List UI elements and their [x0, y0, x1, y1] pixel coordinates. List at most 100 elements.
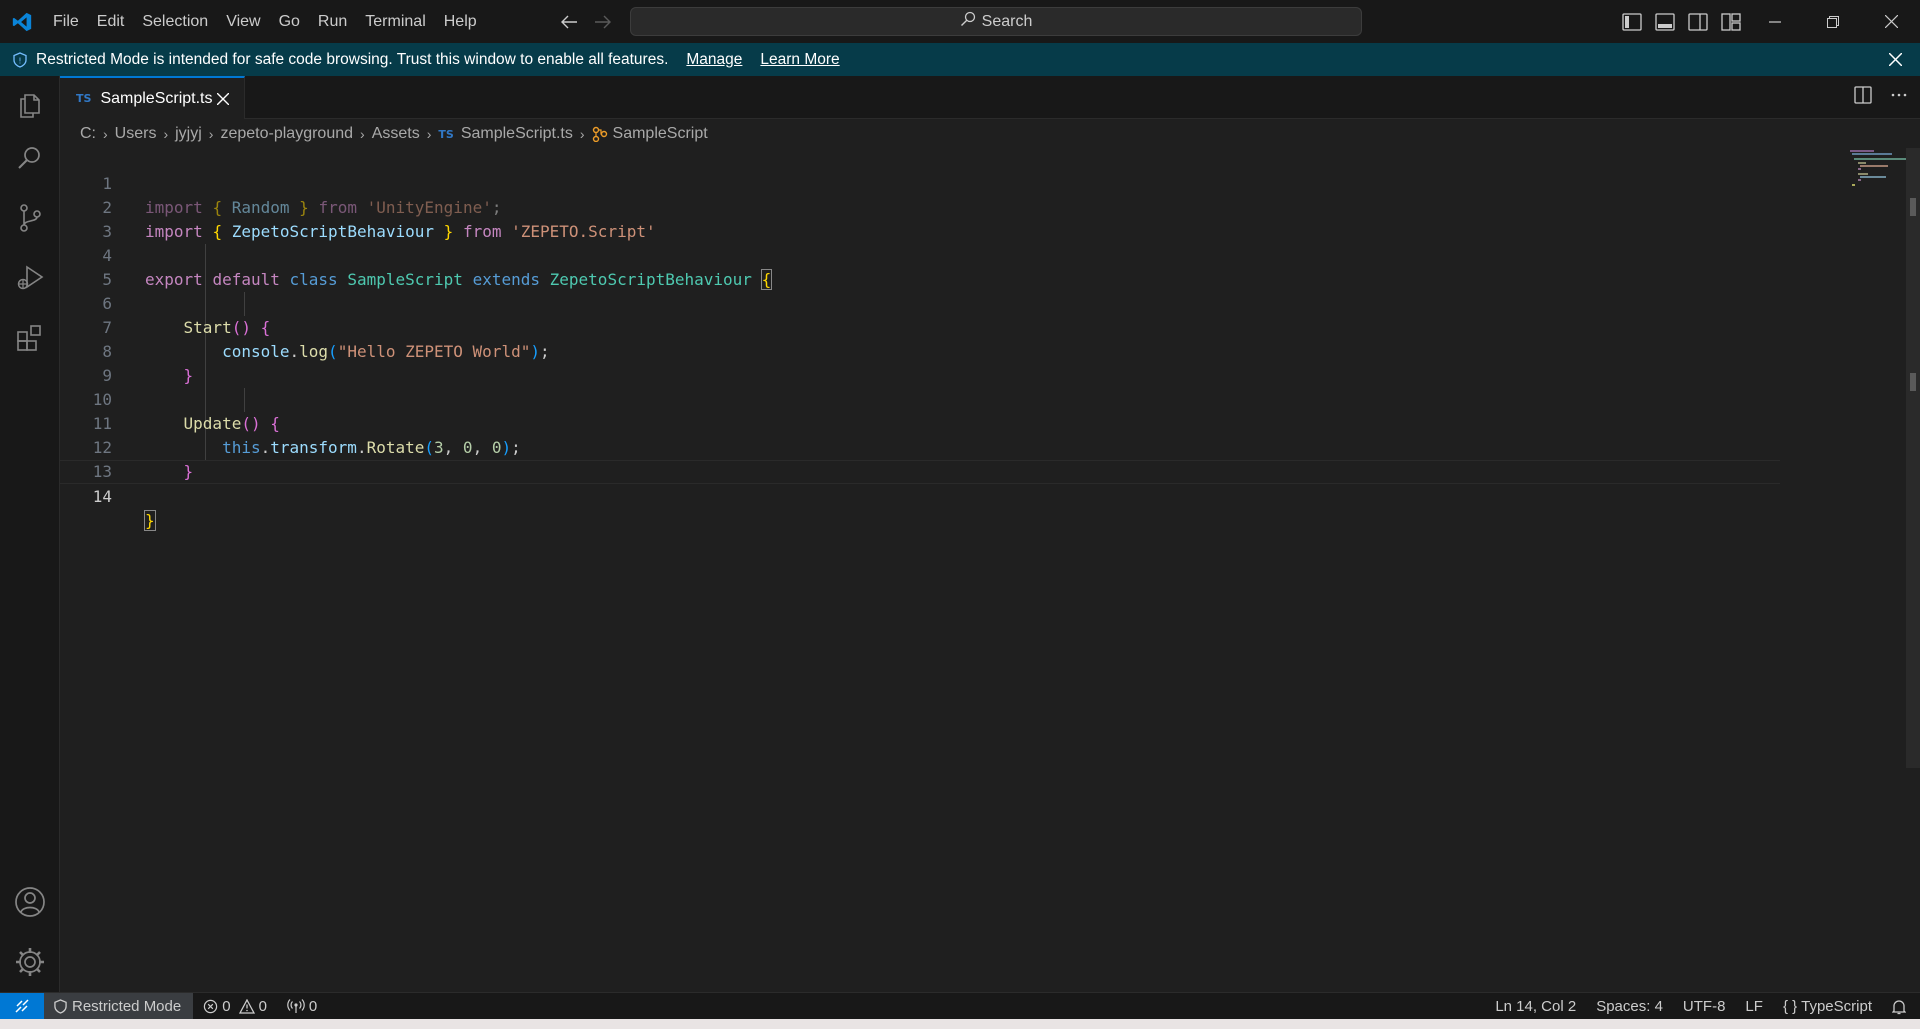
- chevron-right-icon: ›: [163, 126, 169, 142]
- explorer-icon[interactable]: [0, 82, 60, 130]
- cursor-position[interactable]: Ln 14, Col 2: [1485, 993, 1586, 1020]
- menu-help[interactable]: Help: [435, 0, 486, 43]
- warning-icon: [238, 998, 255, 1014]
- command-center-search[interactable]: Search: [630, 7, 1362, 36]
- code-line: 6 Start() {: [60, 268, 1780, 337]
- braces-icon: { }: [1782, 998, 1798, 1015]
- breadcrumb-project[interactable]: zepeto-playground: [220, 125, 353, 143]
- vertical-scrollbar[interactable]: [1906, 148, 1920, 768]
- minimize-icon[interactable]: [1746, 0, 1804, 43]
- breadcrumb-assets[interactable]: Assets: [372, 125, 420, 143]
- activity-bar: [0, 76, 60, 992]
- taskbar-edge: [0, 1019, 1920, 1029]
- encoding-status[interactable]: UTF-8: [1673, 993, 1736, 1020]
- shield-icon: !: [13, 51, 27, 68]
- scrollbar-marker: [1910, 373, 1916, 391]
- code-line: 8 }: [60, 316, 1780, 385]
- manage-link[interactable]: Manage: [686, 51, 742, 69]
- back-arrow-icon[interactable]: [556, 9, 582, 35]
- chevron-right-icon: ›: [360, 126, 365, 142]
- forward-arrow-icon[interactable]: [590, 9, 616, 35]
- restore-icon[interactable]: [1804, 0, 1862, 43]
- menu-view[interactable]: View: [217, 0, 269, 43]
- close-tab-icon[interactable]: [214, 90, 232, 108]
- line-source: }: [144, 510, 156, 531]
- breadcrumb-user-folder[interactable]: jyjyj: [175, 125, 202, 143]
- breadcrumb-symbol[interactable]: SampleScript: [613, 125, 708, 143]
- search-view-icon[interactable]: [0, 134, 60, 182]
- ports-count: 0: [308, 997, 318, 1015]
- code-line: 7 console.log("Hello ZEPETO World");: [60, 292, 1780, 361]
- learn-more-link[interactable]: Learn More: [760, 51, 839, 69]
- code-line-current: 14 }: [60, 460, 1780, 531]
- error-icon: [203, 999, 218, 1014]
- menu-selection[interactable]: Selection: [133, 0, 217, 43]
- code-editor[interactable]: 1 import { Random } from 'UnityEngine'; …: [60, 148, 1920, 992]
- manage-gear-icon[interactable]: [0, 938, 60, 986]
- toggle-secondary-sidebar-icon[interactable]: [1686, 10, 1710, 34]
- broadcast-icon: [287, 998, 305, 1014]
- editor-tabs-bar: TS SampleScript.ts: [60, 76, 1920, 119]
- split-editor-icon[interactable]: [1854, 86, 1872, 109]
- code-line: 3: [60, 196, 1780, 241]
- code-line: 12 }: [60, 412, 1780, 481]
- status-bar: Restricted Mode 0 0 0 Ln 14, Col 2 Space…: [0, 992, 1920, 1020]
- code-line: 5: [60, 244, 1780, 289]
- notifications-bell-icon[interactable]: [1882, 993, 1920, 1020]
- accounts-icon[interactable]: [0, 878, 60, 926]
- svg-text:!: !: [18, 56, 21, 65]
- vscode-logo-icon: [0, 0, 44, 43]
- search-icon: [960, 11, 976, 32]
- menu-bar: File Edit Selection View Go Run Terminal…: [44, 0, 486, 43]
- close-window-icon[interactable]: [1862, 0, 1920, 43]
- code-line: 11 this.transform.Rotate(3, 0, 0);: [60, 388, 1780, 457]
- code-line: 10 Update() {: [60, 364, 1780, 433]
- class-symbol-icon: [592, 126, 608, 142]
- breadcrumb-users[interactable]: Users: [115, 125, 157, 143]
- remote-indicator-icon[interactable]: [0, 992, 44, 1020]
- problems-status[interactable]: 0 0: [193, 993, 277, 1020]
- chevron-right-icon: ›: [579, 126, 585, 142]
- language-label: TypeScript: [1801, 998, 1872, 1015]
- breadcrumb: C: › Users › jyjyj › zepeto-playground ›…: [80, 122, 708, 146]
- menu-file[interactable]: File: [44, 0, 88, 43]
- typescript-file-icon: TS: [76, 92, 92, 105]
- search-label: Search: [981, 12, 1033, 30]
- shield-icon: [54, 998, 67, 1014]
- scrollbar-marker: [1910, 198, 1916, 216]
- menu-go[interactable]: Go: [270, 0, 309, 43]
- chevron-right-icon: ›: [426, 126, 432, 142]
- indentation-status[interactable]: Spaces: 4: [1586, 993, 1673, 1020]
- warning-count: 0: [258, 997, 267, 1015]
- menu-terminal[interactable]: Terminal: [356, 0, 434, 43]
- language-mode[interactable]: { } TypeScript: [1773, 993, 1882, 1020]
- more-actions-icon[interactable]: [1890, 86, 1908, 109]
- restricted-mode-status[interactable]: Restricted Mode: [44, 992, 194, 1020]
- breadcrumb-file[interactable]: SampleScript.ts: [461, 125, 573, 143]
- tab-filename: SampleScript.ts: [100, 89, 213, 107]
- menu-edit[interactable]: Edit: [88, 0, 134, 43]
- code-line: 13: [60, 436, 1780, 481]
- toggle-primary-sidebar-icon[interactable]: [1620, 10, 1644, 34]
- source-control-icon[interactable]: [0, 194, 60, 242]
- breadcrumb-drive[interactable]: C:: [80, 125, 96, 143]
- error-count: 0: [222, 997, 231, 1015]
- restricted-mode-banner: ! Restricted Mode is intended for safe c…: [0, 43, 1920, 76]
- chevron-right-icon: ›: [208, 126, 214, 142]
- line-number: 14: [92, 487, 112, 506]
- run-debug-icon[interactable]: [0, 254, 60, 302]
- chevron-right-icon: ›: [103, 126, 108, 142]
- code-line: 4 export default class SampleScript exte…: [60, 220, 1780, 290]
- customize-layout-icon[interactable]: [1719, 10, 1743, 34]
- close-banner-icon[interactable]: [1886, 50, 1904, 68]
- extensions-icon[interactable]: [0, 314, 60, 362]
- banner-message: Restricted Mode is intended for safe cod…: [36, 50, 669, 68]
- eol-status[interactable]: LF: [1735, 993, 1773, 1020]
- toggle-panel-icon[interactable]: [1653, 10, 1677, 34]
- title-bar: File Edit Selection View Go Run Terminal…: [0, 0, 1920, 43]
- ports-status[interactable]: 0: [277, 993, 327, 1020]
- typescript-file-icon: TS: [438, 127, 454, 141]
- tab-samplescript[interactable]: TS SampleScript.ts: [60, 76, 245, 119]
- restricted-mode-label: Restricted Mode: [72, 997, 182, 1015]
- menu-run[interactable]: Run: [309, 0, 356, 43]
